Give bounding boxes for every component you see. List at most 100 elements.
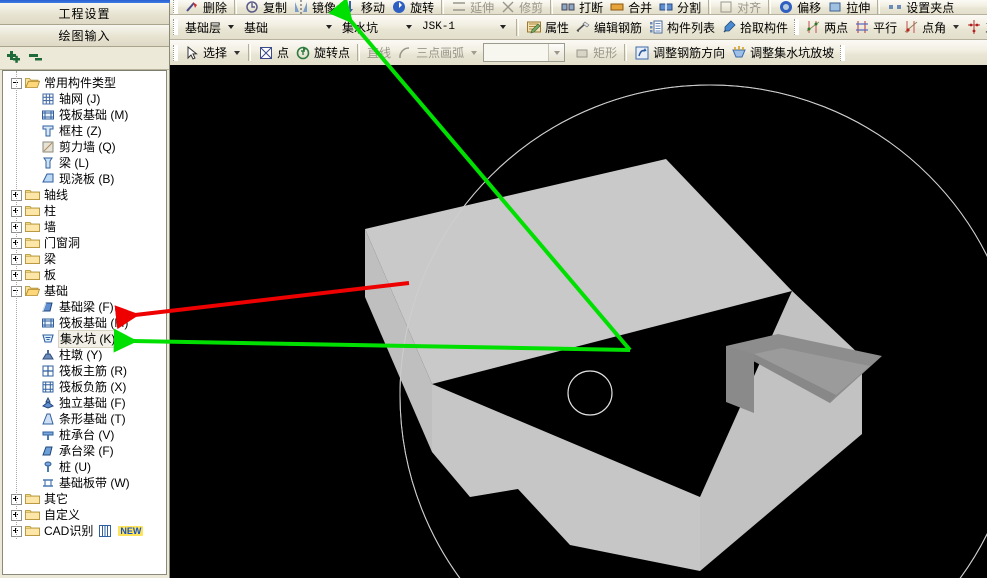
toolbar-grip[interactable] — [173, 44, 178, 61]
pick-component-button[interactable]: 拾取构件 — [718, 17, 791, 37]
tree-item-14[interactable]: 基础梁 (F) — [3, 299, 166, 315]
three-point-arc-tool-button[interactable]: 三点画弧 — [394, 43, 467, 63]
toolbar-item-stretch[interactable]: 拉伸 — [824, 0, 873, 14]
tree-item-20[interactable]: 独立基础 (F) — [3, 395, 166, 411]
chevron-down-icon[interactable] — [234, 50, 241, 55]
rotate-point-tool-button[interactable]: 旋转点 — [292, 43, 353, 63]
chevron-down-icon[interactable] — [401, 19, 416, 36]
chevron-down-icon[interactable] — [495, 19, 510, 36]
collapse-icon[interactable] — [11, 285, 22, 297]
component-tree[interactable]: 常用构件类型 轴网 (J) 筏板基础 (M) 框柱 (Z) 剪力墙 (Q) 梁 (L) 现浇… — [2, 70, 167, 575]
tree-item-27[interactable]: 自定义 — [3, 507, 166, 523]
tree-item-10[interactable]: 门窗洞 — [3, 235, 166, 251]
toolbar-item-merge[interactable]: 合并 — [606, 0, 655, 14]
toolbar-item-move[interactable]: 移动 — [339, 0, 388, 14]
select-tool-button[interactable]: 选择 — [181, 43, 230, 63]
arc-style-select[interactable] — [483, 43, 566, 62]
component-list-button[interactable]: 构件列表 — [645, 17, 718, 37]
tree-item-8[interactable]: 柱 — [3, 203, 166, 219]
tree-item-13[interactable]: 基础 — [3, 283, 166, 299]
expand-icon[interactable] — [11, 237, 22, 249]
toolbar-grip[interactable] — [173, 19, 178, 35]
tree-item-26[interactable]: 其它 — [3, 491, 166, 507]
expand-icon[interactable] — [11, 525, 22, 537]
toolbar-item-split[interactable]: 分割 — [655, 0, 704, 14]
tree-item-24[interactable]: 桩 (U) — [3, 459, 166, 475]
toolbar-item-break[interactable]: 打断 — [557, 0, 606, 15]
toolbar-item-set-grip[interactable]: 设置夹点 — [884, 0, 957, 14]
toolbar-grip[interactable] — [794, 19, 800, 35]
toolbar-item-delete[interactable]: 删除 — [181, 0, 230, 14]
tree-item-1[interactable]: 轴网 (J) — [3, 91, 166, 107]
tree-item-12[interactable]: 板 — [3, 267, 166, 283]
rectangle-tool-button[interactable]: 矩形 — [571, 43, 620, 63]
adjust-rebar-direction-button[interactable]: 调整钢筋方向 — [631, 43, 728, 63]
toolbar-item-rotate[interactable]: 旋转 — [388, 0, 437, 14]
tree-item-18[interactable]: 筏板主筋 (R) — [3, 363, 166, 379]
two-point-axis-button[interactable]: 两点 — [802, 17, 851, 37]
point-tool-button[interactable]: 点 — [255, 43, 292, 63]
expand-icon[interactable] — [11, 253, 22, 265]
add-component-button[interactable] — [6, 50, 26, 69]
three-point-aux-axis-button[interactable]: 三点辅轴 — [963, 17, 987, 37]
expand-icon[interactable] — [11, 493, 22, 505]
tree-item-15[interactable]: 筏板基础 (M) — [3, 315, 166, 331]
tree-item-25[interactable]: 基础板带 (W) — [3, 475, 166, 491]
toolbar-item-offset[interactable]: 偏移 — [775, 0, 824, 14]
expand-icon[interactable] — [11, 221, 22, 233]
tree-item-11[interactable]: 梁 — [3, 251, 166, 267]
chevron-down-icon[interactable] — [953, 25, 960, 29]
collapse-icon[interactable] — [11, 77, 22, 89]
toolbar-item-mirror[interactable]: 镜像 — [290, 0, 339, 14]
toolbar-grip[interactable] — [840, 44, 846, 61]
properties-button[interactable]: 属性 — [523, 17, 572, 37]
tree-item-7[interactable]: 轴线 — [3, 187, 166, 203]
line-tool-button[interactable]: 直线 — [364, 43, 394, 63]
tree-item-9[interactable]: 墙 — [3, 219, 166, 235]
toolbar-item-align[interactable]: 对齐 — [715, 0, 764, 14]
tab-drawing-input[interactable]: 绘图输入 — [0, 25, 169, 47]
tree-item-0[interactable]: 常用构件类型 — [3, 75, 166, 91]
point-angle-axis-button[interactable]: 点角 — [900, 17, 949, 37]
tab-project-settings[interactable]: 工程设置 — [0, 3, 169, 25]
tree-item-19[interactable]: 筏板负筋 (X) — [3, 379, 166, 395]
tree-item-17[interactable]: 柱墩 (Y) — [3, 347, 166, 363]
application-window: 工程设置 绘图输入 常用构件类型 轴网 (J) 筏板基础 (M) 框柱 (Z) … — [0, 0, 987, 578]
tree-item-22[interactable]: 桩承台 (V) — [3, 427, 166, 443]
toolbar-item-extend[interactable]: 延伸 — [448, 0, 497, 14]
parallel-axis-button[interactable]: 平行 — [851, 17, 900, 37]
tree-item-5[interactable]: 梁 (L) — [3, 155, 166, 171]
tree-item-28[interactable]: CAD识别 NEW — [3, 523, 166, 539]
chevron-down-icon[interactable] — [321, 19, 336, 36]
tree-item-4[interactable]: 剪力墙 (Q) — [3, 139, 166, 155]
tree-item-2[interactable]: 筏板基础 (M) — [3, 107, 166, 123]
tree-item-6[interactable]: 现浇板 (B) — [3, 171, 166, 187]
edit-rebar-button[interactable]: 编辑钢筋 — [572, 17, 645, 37]
expand-icon[interactable] — [11, 269, 22, 281]
component-name-select[interactable]: JSK-1 — [418, 18, 510, 37]
pile-icon — [41, 460, 55, 474]
tree-item-21[interactable]: 条形基础 (T) — [3, 411, 166, 427]
component-type-select[interactable]: 集水坑 — [338, 18, 416, 37]
remove-component-button[interactable] — [28, 50, 48, 69]
tree-item-3[interactable]: 框柱 (Z) — [3, 123, 166, 139]
chevron-down-icon[interactable] — [471, 50, 478, 55]
tree-item-16[interactable]: 集水坑 (K) — [3, 330, 166, 348]
toolbar-grip[interactable] — [173, 0, 178, 14]
floor-select[interactable]: 基础层 — [181, 18, 238, 37]
tree-item-label: 集水坑 (K) — [57, 330, 118, 348]
chevron-down-icon[interactable] — [548, 44, 565, 61]
tree-item-label: 梁 (L) — [59, 156, 90, 170]
category-select[interactable]: 基础 — [240, 18, 336, 37]
toolbar-item-break-label: 打断 — [579, 0, 604, 15]
toolbar-item-copy[interactable]: 复制 — [241, 0, 290, 14]
adjust-sump-slope-button[interactable]: 调整集水坑放坡 — [728, 43, 837, 63]
rotate-icon — [391, 0, 407, 14]
expand-icon[interactable] — [11, 509, 22, 521]
chevron-down-icon[interactable] — [223, 19, 238, 36]
expand-icon[interactable] — [11, 189, 22, 201]
3d-model-viewport[interactable] — [170, 65, 987, 578]
tree-item-23[interactable]: 承台梁 (F) — [3, 443, 166, 459]
expand-icon[interactable] — [11, 205, 22, 217]
toolbar-item-trim[interactable]: 修剪 — [497, 0, 546, 14]
